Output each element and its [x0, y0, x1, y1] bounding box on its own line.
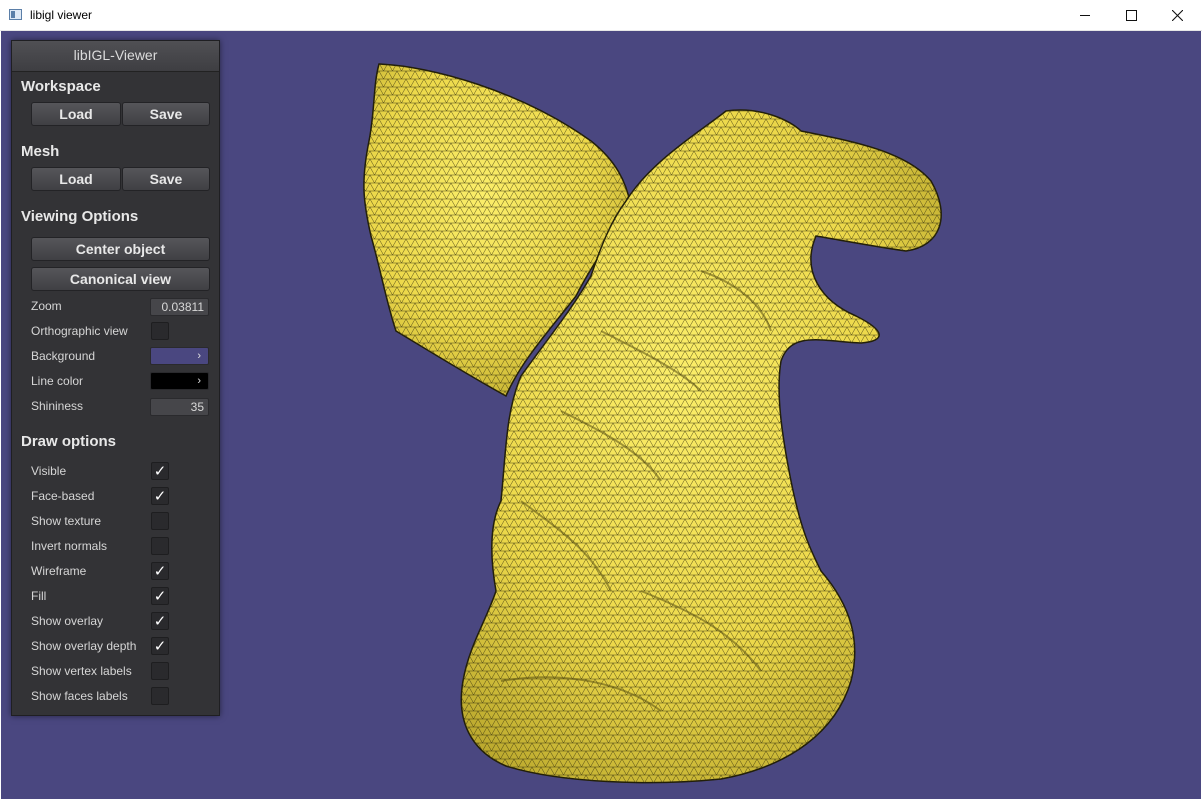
draw-options-section-title[interactable]: Draw options — [21, 433, 116, 450]
center-object-button[interactable]: Center object — [31, 237, 210, 261]
draw-option-label: Invert normals — [31, 539, 108, 553]
shininess-input[interactable]: 35 — [150, 398, 209, 416]
viewing-options-section-title[interactable]: Viewing Options — [21, 208, 138, 225]
draw-option-checkbox[interactable] — [151, 687, 169, 705]
window-title: libigl viewer — [30, 8, 93, 22]
viewer-control-panel: libIGL-Viewer Workspace Load Save Mesh L… — [11, 40, 220, 716]
canonical-view-button[interactable]: Canonical view — [31, 267, 210, 291]
checkmark-icon: ✓ — [153, 463, 167, 480]
maximize-icon — [1125, 9, 1137, 21]
close-button[interactable] — [1154, 0, 1200, 30]
draw-option-checkbox[interactable]: ✓ — [151, 612, 169, 630]
draw-option-checkbox[interactable]: ✓ — [151, 487, 169, 505]
draw-option-checkbox[interactable] — [151, 537, 169, 555]
zoom-input[interactable]: 0.03811 — [150, 298, 209, 316]
workspace-save-button[interactable]: Save — [122, 102, 210, 126]
draw-option-label: Fill — [31, 589, 47, 603]
workspace-section-title[interactable]: Workspace — [21, 78, 101, 95]
draw-option-checkbox[interactable]: ✓ — [151, 587, 169, 605]
workspace-load-button[interactable]: Load — [31, 102, 121, 126]
close-icon — [1171, 9, 1183, 21]
checkmark-icon: ✓ — [153, 488, 167, 505]
gargoyle-model — [363, 63, 942, 784]
checkmark-icon: ✓ — [153, 613, 167, 630]
panel-title[interactable]: libIGL-Viewer — [12, 41, 219, 72]
draw-option-checkbox[interactable]: ✓ — [151, 637, 169, 655]
chevron-right-icon: › — [197, 375, 201, 387]
line-color-label: Line color — [31, 374, 84, 388]
maximize-button[interactable] — [1108, 0, 1154, 30]
minimize-button[interactable] — [1062, 0, 1108, 30]
draw-option-label: Show overlay — [31, 614, 104, 628]
app-window-icon — [9, 9, 22, 20]
draw-option-label: Show vertex labels — [31, 664, 132, 678]
draw-option-label: Show texture — [31, 514, 102, 528]
minimize-icon — [1080, 14, 1090, 16]
draw-option-label: Face-based — [31, 489, 95, 503]
draw-option-label: Visible — [31, 464, 67, 478]
draw-option-checkbox[interactable]: ✓ — [151, 562, 169, 580]
line-color-picker[interactable]: › — [150, 372, 209, 390]
mesh-section-title[interactable]: Mesh — [21, 143, 59, 160]
mesh-load-button[interactable]: Load — [31, 167, 121, 191]
chevron-right-icon: › — [197, 350, 201, 362]
orthographic-checkbox[interactable] — [151, 322, 169, 340]
checkmark-icon: ✓ — [153, 588, 167, 605]
shininess-label: Shininess — [31, 399, 84, 413]
mesh-save-button[interactable]: Save — [122, 167, 210, 191]
draw-option-checkbox[interactable]: ✓ — [151, 462, 169, 480]
checkmark-icon: ✓ — [153, 638, 167, 655]
window-titlebar: libigl viewer — [0, 0, 1202, 31]
draw-option-label: Show faces labels — [31, 689, 128, 703]
draw-option-label: Wireframe — [31, 564, 87, 578]
checkmark-icon: ✓ — [153, 563, 167, 580]
zoom-label: Zoom — [31, 299, 62, 313]
draw-option-checkbox[interactable] — [151, 512, 169, 530]
background-label: Background — [31, 349, 96, 363]
draw-option-checkbox[interactable] — [151, 662, 169, 680]
draw-option-label: Show overlay depth — [31, 639, 137, 653]
background-color-picker[interactable]: › — [150, 347, 209, 365]
orthographic-label: Orthographic view — [31, 324, 128, 338]
